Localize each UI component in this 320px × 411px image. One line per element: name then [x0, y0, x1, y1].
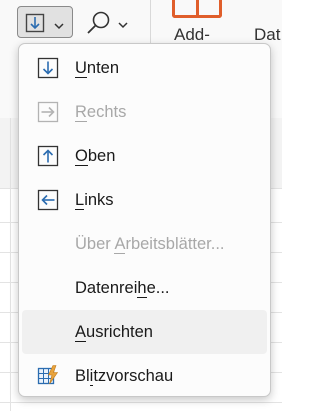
fill-button[interactable] — [17, 6, 73, 38]
menu-item-label: Unten — [75, 59, 120, 78]
menu-item-unten[interactable]: Unten — [22, 46, 267, 90]
menu-item-ausrichten[interactable]: Ausrichten — [22, 310, 267, 354]
fill-dropdown-menu: Unten Rechts Oben Links Über Arbeitsblät… — [18, 43, 271, 397]
menu-item-blitzvorschau[interactable]: Blitzvorschau — [22, 354, 267, 398]
gridline — [0, 402, 282, 403]
chevron-down-icon — [118, 16, 128, 34]
arrow-up-box-icon — [37, 145, 59, 167]
add-ins-icon[interactable] — [172, 0, 222, 18]
chevron-down-icon — [54, 17, 64, 35]
gridline — [10, 118, 11, 411]
menu-item-label: Datenreihe... — [75, 279, 170, 298]
menu-item-links[interactable]: Links — [22, 178, 267, 222]
menu-item-label: Ausrichten — [75, 323, 153, 342]
arrow-down-box-icon — [37, 57, 59, 79]
menu-item-ueber-arbeitsblaetter: Über Arbeitsblätter... — [22, 222, 267, 266]
flash-fill-icon — [37, 365, 59, 387]
menu-item-label: Über Arbeitsblätter... — [75, 235, 225, 254]
data-analysis-label[interactable]: Dat — [254, 25, 280, 45]
find-select-button[interactable] — [84, 8, 132, 38]
fill-down-icon — [25, 13, 45, 38]
search-icon — [86, 10, 112, 41]
arrow-right-box-icon — [37, 101, 59, 123]
menu-item-label: Links — [75, 191, 114, 210]
arrow-left-box-icon — [37, 189, 59, 211]
menu-item-rechts: Rechts — [22, 90, 267, 134]
menu-item-label: Blitzvorschau — [75, 367, 174, 386]
menu-item-label: Oben — [75, 147, 116, 166]
add-ins-label[interactable]: Add- — [174, 25, 210, 45]
menu-item-datenreihe[interactable]: Datenreihe... — [22, 266, 267, 310]
menu-item-label: Rechts — [75, 103, 127, 122]
menu-item-oben[interactable]: Oben — [22, 134, 267, 178]
